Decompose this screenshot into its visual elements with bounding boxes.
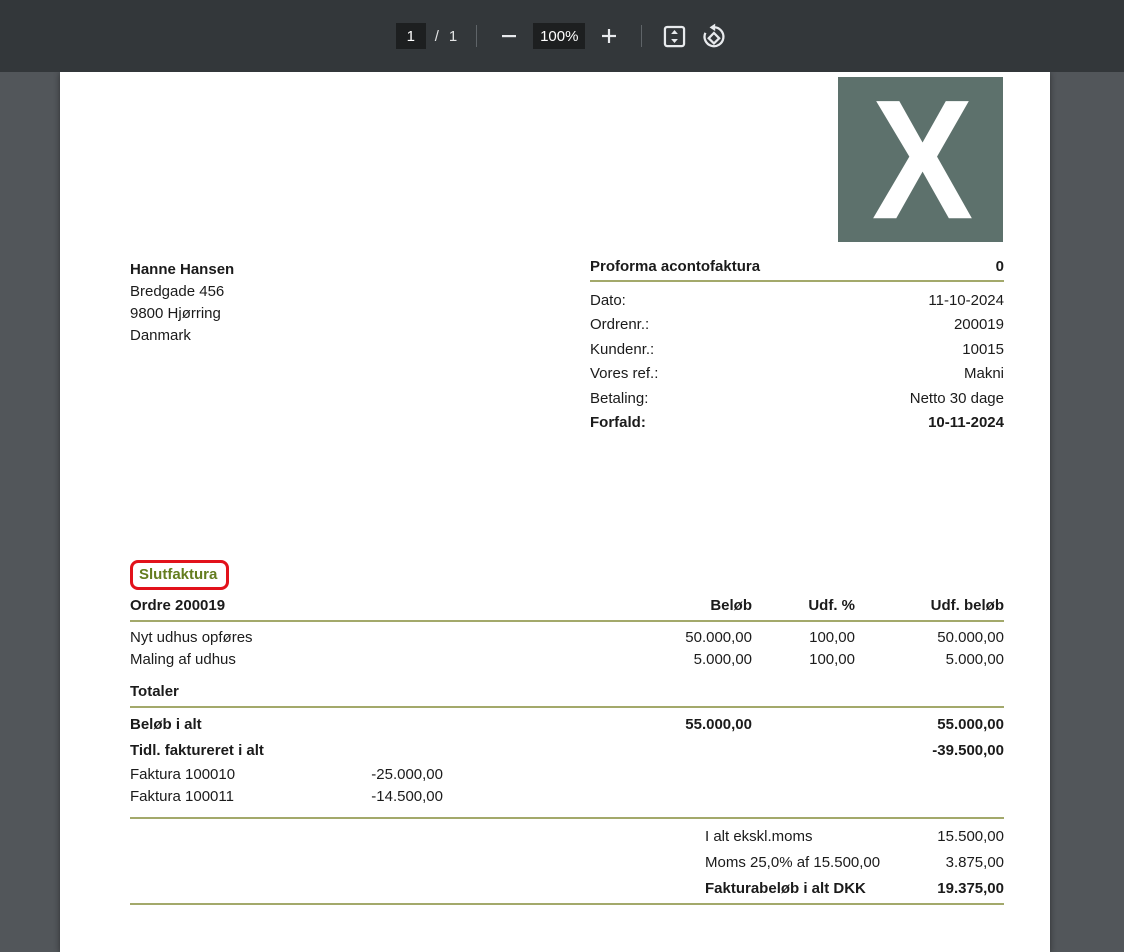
- minus-icon: [497, 24, 521, 48]
- field-row-forfald: Forfald: 10-11-2024: [590, 411, 1004, 435]
- invoice-header: Proforma acontofaktura 0 Dato: 11-10-202…: [590, 258, 1004, 435]
- fit-to-page-icon: [661, 23, 688, 50]
- field-row-ordrenr: Ordrenr.: 200019: [590, 313, 1004, 337]
- table-row: Maling af udhus 5.000,00 100,00 5.000,00: [130, 649, 1004, 671]
- field-row-vores-ref: Vores ref.: Makni: [590, 362, 1004, 386]
- column-header-udf-belob: Udf. beløb: [855, 596, 1004, 616]
- totals-heading: Totaler: [130, 682, 1004, 708]
- summary-row-total: Fakturabeløb i alt DKK 19.375,00: [130, 876, 1004, 902]
- order-table: Ordre 200019 Beløb Udf. % Udf. beløb Nyt…: [130, 596, 1004, 905]
- zoom-in-button[interactable]: [595, 22, 623, 50]
- summary-row-vat: Moms 25,0% af 15.500,00 3.875,00: [130, 850, 1004, 876]
- recipient-name: Hanne Hansen: [130, 259, 234, 281]
- section-title-slutfaktura: Slutfaktura: [139, 566, 217, 583]
- plus-icon: [597, 24, 621, 48]
- rotate-button[interactable]: [700, 22, 728, 50]
- invoice-header-number: 0: [996, 258, 1004, 275]
- page-number-input[interactable]: [396, 23, 426, 49]
- invoice-line-row: Faktura 100010 -25.000,00: [130, 764, 1004, 786]
- recipient-country: Danmark: [130, 325, 234, 347]
- summary-row-excl-vat: I alt ekskl.moms 15.500,00: [130, 824, 1004, 850]
- invoice-line-row: Faktura 100011 -14.500,00: [130, 786, 1004, 808]
- order-title: Ordre 200019: [130, 596, 443, 616]
- company-logo: X: [838, 77, 1003, 242]
- total-amount-row: Beløb i alt 55.000,00 55.000,00: [130, 712, 1004, 738]
- pdf-toolbar: /1 100%: [0, 0, 1124, 72]
- logo-letter: X: [872, 74, 969, 244]
- previously-invoiced-row: Tidl. faktureret i alt -39.500,00: [130, 738, 1004, 764]
- toolbar-divider: [476, 25, 477, 47]
- bottom-line: [130, 903, 1004, 905]
- column-header-udf-pct: Udf. %: [752, 596, 855, 616]
- zoom-out-button[interactable]: [495, 22, 523, 50]
- table-row: Nyt udhus opføres 50.000,00 100,00 50.00…: [130, 627, 1004, 649]
- field-row-dato: Dato: 11-10-2024: [590, 289, 1004, 313]
- order-table-header: Ordre 200019 Beløb Udf. % Udf. beløb: [130, 596, 1004, 622]
- recipient-city: 9800 Hjørring: [130, 303, 234, 325]
- fit-to-page-button[interactable]: [660, 22, 688, 50]
- rotate-icon: [701, 23, 728, 50]
- page-controls: /1: [396, 23, 459, 49]
- page-count-label: /1: [435, 28, 459, 45]
- field-row-betaling: Betaling: Netto 30 dage: [590, 387, 1004, 411]
- recipient-street: Bredgade 456: [130, 281, 234, 303]
- summary-divider-line: [130, 817, 1004, 819]
- annotation-highlight-box: Slutfaktura: [130, 560, 229, 590]
- field-row-kundenr: Kundenr.: 10015: [590, 338, 1004, 362]
- recipient-address: Hanne Hansen Bredgade 456 9800 Hjørring …: [130, 259, 234, 347]
- zoom-level-box[interactable]: 100%: [533, 23, 585, 49]
- toolbar-divider: [641, 25, 642, 47]
- column-header-belob: Beløb: [443, 596, 752, 616]
- pdf-page: X Hanne Hansen Bredgade 456 9800 Hjørrin…: [60, 72, 1050, 952]
- invoice-header-title: Proforma acontofaktura: [590, 258, 760, 275]
